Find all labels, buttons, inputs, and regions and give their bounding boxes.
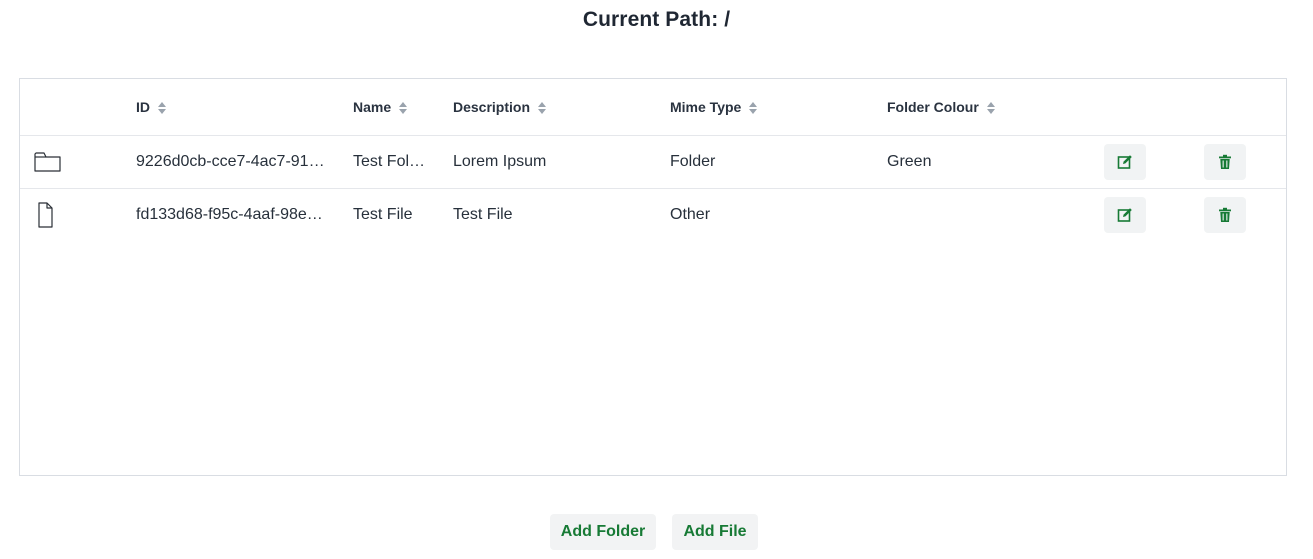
- sort-icon: [749, 102, 758, 114]
- edit-button[interactable]: [1104, 196, 1146, 233]
- file-icon: [34, 188, 64, 241]
- cell-description: Lorem Ipsum: [453, 153, 547, 170]
- column-header-label: ID: [136, 99, 150, 115]
- add-folder-button[interactable]: Add Folder: [550, 514, 656, 550]
- trash-icon: [1219, 154, 1231, 169]
- sort-icon: [399, 102, 408, 114]
- table-row[interactable]: fd133d68-f95c-4aaf-98e… Test File Test F…: [20, 188, 1286, 241]
- cell-mime-type: Folder: [670, 153, 716, 170]
- cell-description: Test File: [453, 206, 513, 223]
- file-browser-page: Current Path: / ID Name Description Mime…: [0, 0, 1313, 559]
- column-header-label: Mime Type: [670, 99, 742, 115]
- cell-folder-colour: Green: [887, 153, 932, 170]
- column-header-label: Folder Colour: [887, 99, 979, 115]
- files-table: ID Name Description Mime Type Folder Col…: [19, 78, 1287, 476]
- sort-icon: [986, 102, 995, 114]
- trash-icon: [1219, 207, 1231, 222]
- folder-icon: [34, 135, 64, 188]
- delete-cell: [1204, 188, 1248, 241]
- column-header-id[interactable]: ID: [136, 79, 326, 135]
- column-header-label: Name: [353, 99, 392, 115]
- add-file-button[interactable]: Add File: [672, 514, 758, 550]
- cell-id: fd133d68-f95c-4aaf-98e…: [136, 206, 323, 223]
- column-header-folder-colour[interactable]: Folder Colour: [887, 79, 1077, 135]
- sort-icon: [538, 102, 547, 114]
- delete-button[interactable]: [1204, 196, 1246, 233]
- edit-icon: [1117, 154, 1132, 169]
- column-header-name[interactable]: Name: [353, 79, 425, 135]
- cell-id: 9226d0cb-cce7-4ac7-91…: [136, 153, 325, 170]
- cell-name: Test File: [353, 206, 413, 223]
- delete-cell: [1204, 135, 1248, 188]
- edit-cell: [1104, 135, 1148, 188]
- edit-cell: [1104, 188, 1148, 241]
- edit-button[interactable]: [1104, 143, 1146, 180]
- column-header-label: Description: [453, 99, 531, 115]
- table-header-row: ID Name Description Mime Type Folder Col…: [20, 79, 1286, 136]
- cell-mime-type: Other: [670, 206, 711, 223]
- current-path-title: Current Path: /: [582, 8, 731, 31]
- edit-icon: [1117, 207, 1132, 222]
- sort-icon: [158, 102, 166, 114]
- column-header-mime-type[interactable]: Mime Type: [670, 79, 860, 135]
- column-header-description[interactable]: Description: [453, 79, 643, 135]
- cell-folder-colour: [887, 188, 1077, 241]
- delete-button[interactable]: [1204, 143, 1246, 180]
- cell-name: Test Fol…: [353, 153, 425, 170]
- table-row[interactable]: 9226d0cb-cce7-4ac7-91… Test Fol… Lorem I…: [20, 135, 1286, 189]
